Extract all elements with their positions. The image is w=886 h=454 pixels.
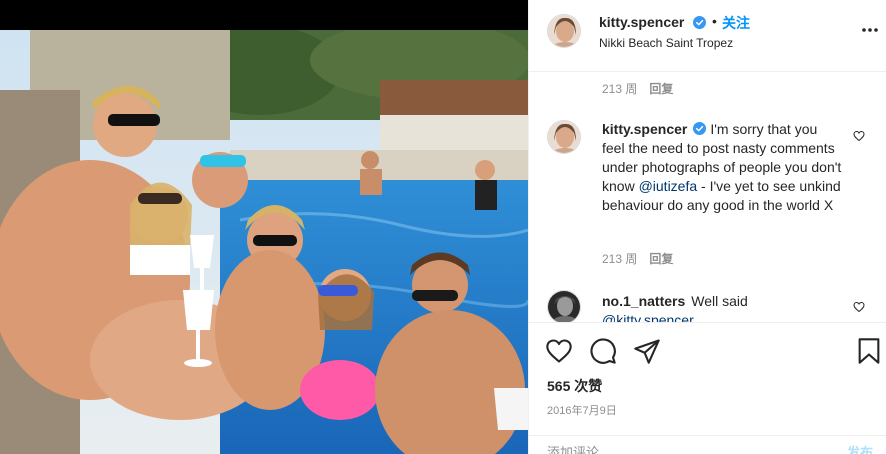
post-photo[interactable] xyxy=(0,30,528,454)
post-photo-pane[interactable] xyxy=(0,0,528,454)
post-header: kitty.spencer • 关注 Nikki Beach Saint Tro… xyxy=(529,0,886,72)
comment-meta: 213 周回复 xyxy=(602,250,673,267)
likes-count[interactable]: 565 次赞 xyxy=(547,376,602,396)
post-location[interactable]: Nikki Beach Saint Tropez xyxy=(599,36,733,50)
post-actions: 565 次赞 2016年7月9日 添加评论…… 发布 xyxy=(529,322,886,454)
reply-button[interactable]: 回复 xyxy=(649,252,673,266)
comment-mention[interactable]: @kitty.spencer xyxy=(602,312,694,322)
comment-body: kitty.spencer I'm sorry that you feel the… xyxy=(602,120,842,215)
comment-body: no.1_natters Well said @kitty.spencer xyxy=(602,292,842,322)
header-separator: • xyxy=(712,13,717,29)
verified-badge-icon xyxy=(693,122,707,135)
comment-username[interactable]: no.1_natters xyxy=(602,293,685,309)
comment-like-heart-icon[interactable] xyxy=(853,301,865,313)
comment-username[interactable]: kitty.spencer xyxy=(602,121,687,137)
comment-icon[interactable] xyxy=(589,337,617,365)
follow-button[interactable]: 关注 xyxy=(722,13,750,33)
verified-badge-icon xyxy=(693,16,706,29)
add-comment-bar: 添加评论…… 发布 xyxy=(529,435,886,454)
post-side-panel: kitty.spencer • 关注 Nikki Beach Saint Tro… xyxy=(528,0,886,454)
comment-mention[interactable]: @iutizefa xyxy=(639,178,698,194)
comment-text-part: Well said xyxy=(691,293,748,309)
more-options-icon[interactable] xyxy=(861,27,879,33)
bookmark-icon[interactable] xyxy=(855,337,883,365)
share-icon[interactable] xyxy=(633,337,661,365)
comment-time: 213 周 xyxy=(602,82,638,96)
commenter-avatar[interactable] xyxy=(547,120,581,154)
author-avatar[interactable] xyxy=(547,14,581,48)
add-comment-input[interactable]: 添加评论…… xyxy=(547,442,625,454)
comments-list: 213 周回复 kitty.spencer I'm sorry that you … xyxy=(529,72,886,322)
photo-letterbox xyxy=(0,0,528,30)
reply-button[interactable]: 回复 xyxy=(649,82,673,96)
post-comment-button[interactable]: 发布 xyxy=(847,442,873,454)
post-date: 2016年7月9日 xyxy=(547,405,617,417)
comment-like-heart-icon[interactable] xyxy=(853,130,865,142)
commenter-avatar[interactable] xyxy=(547,290,581,322)
comment-meta: 213 周回复 xyxy=(602,80,673,97)
author-username[interactable]: kitty.spencer xyxy=(599,14,684,30)
heart-icon[interactable] xyxy=(545,337,573,365)
comment-time: 213 周 xyxy=(602,252,638,266)
